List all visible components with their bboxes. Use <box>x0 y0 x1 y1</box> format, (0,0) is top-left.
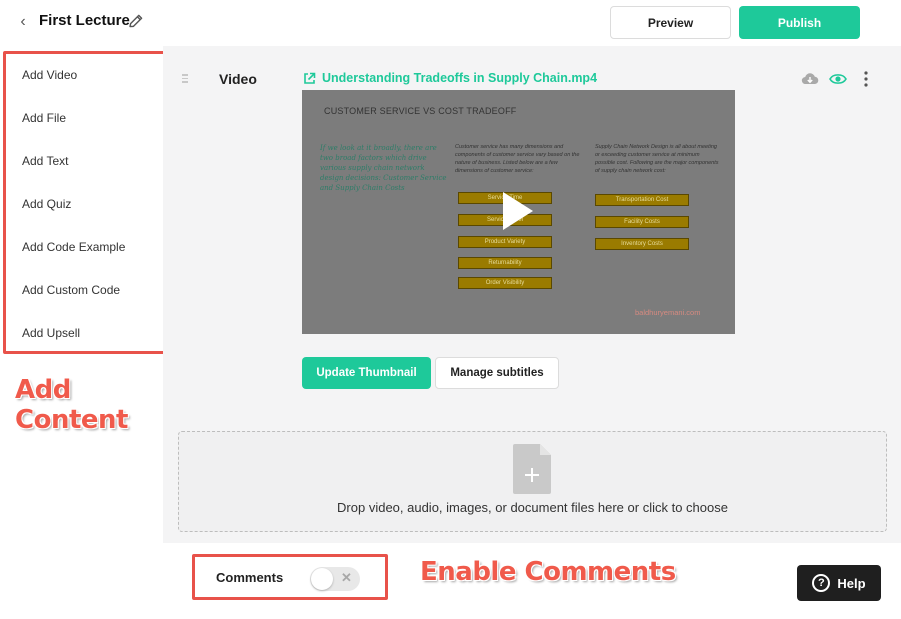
enable-comments-annotation: Enable Comments <box>420 557 676 587</box>
slide-box: Order Visibility <box>458 277 552 289</box>
add-quiz-item[interactable]: Add Quiz <box>22 197 71 211</box>
add-code-example-item[interactable]: Add Code Example <box>22 240 125 254</box>
slide-service-text: Customer service has many dimensions and… <box>455 144 580 174</box>
add-text-item[interactable]: Add Text <box>22 154 68 168</box>
pencil-icon[interactable] <box>127 12 145 30</box>
add-content-sidebar: Add Video Add File Add Text Add Quiz Add… <box>0 46 167 619</box>
more-options-icon[interactable] <box>857 70 875 88</box>
manage-subtitles-button[interactable]: Manage subtitles <box>435 357 559 389</box>
slide-title: CUSTOMER SERVICE VS COST TRADEOFF <box>324 106 517 116</box>
play-icon[interactable] <box>503 192 533 230</box>
video-player[interactable]: CUSTOMER SERVICE VS COST TRADEOFF If we … <box>302 90 735 334</box>
file-dropzone[interactable]: Drop video, audio, images, or document f… <box>178 431 887 532</box>
video-file-link[interactable]: Understanding Tradeoffs in Supply Chain.… <box>303 71 597 85</box>
video-toolbar <box>801 70 875 88</box>
add-content-menu: Add Video Add File Add Text Add Quiz Add… <box>3 51 167 354</box>
preview-button[interactable]: Preview <box>610 6 731 39</box>
add-file-item[interactable]: Add File <box>22 111 66 125</box>
drag-handle-icon[interactable] <box>182 74 190 86</box>
slide-cost-text: Supply Chain Network Design is all about… <box>595 144 719 174</box>
download-cloud-icon[interactable] <box>801 70 819 88</box>
external-link-icon <box>304 72 316 84</box>
add-custom-code-item[interactable]: Add Custom Code <box>22 283 120 297</box>
add-content-annotation: Add Content <box>15 375 128 435</box>
add-upsell-item[interactable]: Add Upsell <box>22 326 80 340</box>
lesson-editor: Video Understanding Tradeoffs in Supply … <box>163 46 901 619</box>
toggle-knob <box>311 568 333 590</box>
slide-box: Facility Costs <box>595 216 689 228</box>
back-chevron-icon[interactable]: ‹ <box>16 12 30 32</box>
slide-box: Transportation Cost <box>595 194 689 206</box>
video-lesson-block: Video Understanding Tradeoffs in Supply … <box>163 46 901 416</box>
add-video-item[interactable]: Add Video <box>22 68 77 82</box>
comments-setting: Comments ✕ <box>192 554 388 600</box>
file-add-icon <box>513 444 551 494</box>
close-icon: ✕ <box>341 570 352 585</box>
section-label: Video <box>219 71 257 87</box>
help-label: Help <box>837 575 866 591</box>
slide-footer: baldhuryemani.com <box>635 308 701 317</box>
eye-icon[interactable] <box>829 70 847 88</box>
update-thumbnail-button[interactable]: Update Thumbnail <box>302 357 431 389</box>
page-header: ‹ First Lecture Preview Publish <box>0 0 901 46</box>
video-file-name: Understanding Tradeoffs in Supply Chain.… <box>322 71 598 85</box>
help-button[interactable]: ? Help <box>797 565 881 601</box>
dropzone-text: Drop video, audio, images, or document f… <box>337 500 728 515</box>
page-title: First Lecture <box>39 12 130 29</box>
publish-button[interactable]: Publish <box>739 6 860 39</box>
slide-intro-text: If we look at it broadly, there are two … <box>320 144 447 192</box>
slide-box: Returnability <box>458 257 552 269</box>
slide-box: Product Variety <box>458 236 552 248</box>
comments-section: Comments ✕ Enable Comments <box>163 543 901 619</box>
help-icon: ? <box>812 574 831 592</box>
slide-box: Inventory Costs <box>595 238 689 250</box>
comments-label: Comments <box>216 570 284 585</box>
comments-toggle[interactable]: ✕ <box>310 567 360 591</box>
